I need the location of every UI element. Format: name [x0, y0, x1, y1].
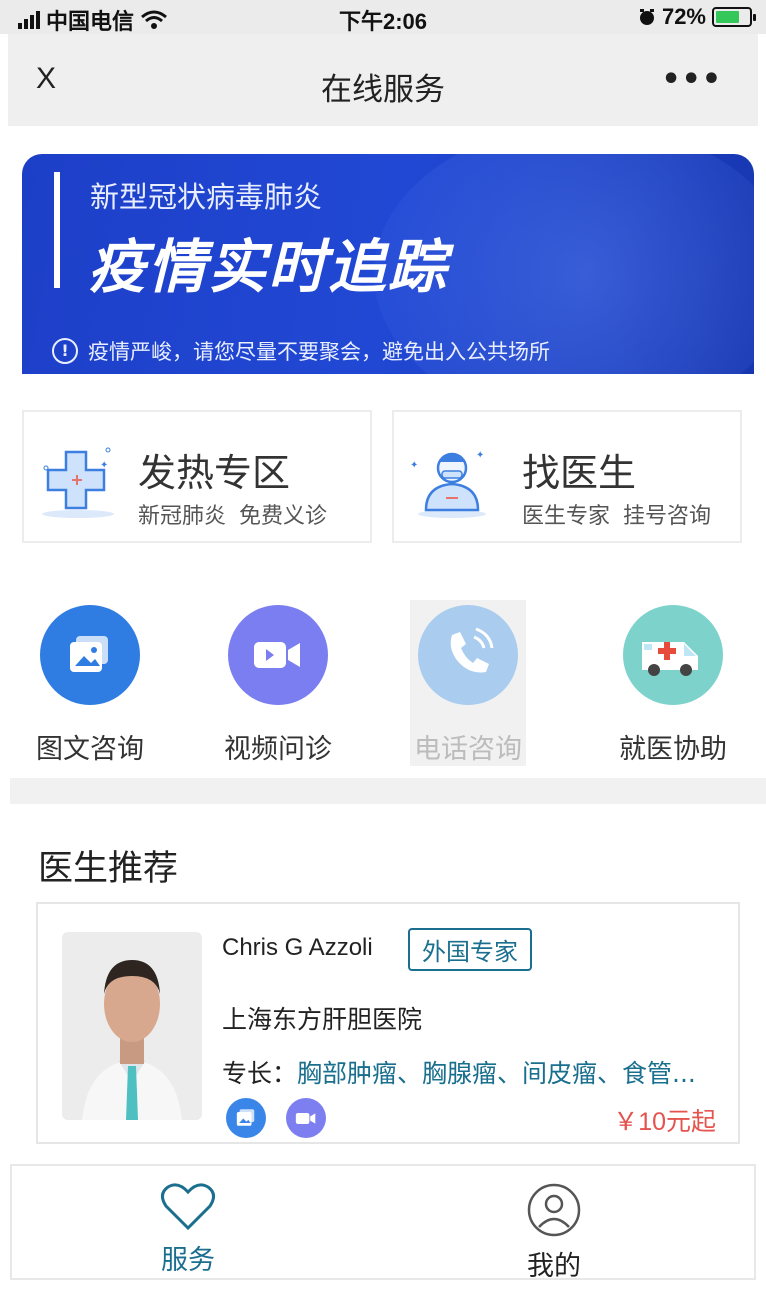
doctor-price: ￥10元起 — [613, 1108, 716, 1136]
banner-accent-bar — [54, 172, 60, 288]
banner-notice: ! 疫情严峻，请您尽量不要聚会，避免出入公共场所 — [52, 336, 550, 366]
user-icon — [527, 1183, 581, 1237]
fever-clinic-card[interactable]: ✦ 发热专区 新冠肺炎 免费义诊 — [22, 410, 372, 543]
specialty-value: 胸部肿瘤、胸腺瘤、间皮瘤、食管... — [297, 1059, 696, 1088]
tab-mine-label: 我的 — [527, 1251, 581, 1282]
battery-icon — [712, 7, 756, 27]
tab-bar: 服务 我的 — [10, 1164, 756, 1283]
banner-title: 疫情实时追踪 — [88, 233, 449, 301]
medical-assist-label: 就医协助 — [619, 734, 727, 765]
heart-icon — [161, 1183, 215, 1231]
tab-service[interactable]: 服务 — [128, 1182, 248, 1277]
phone-icon — [418, 605, 518, 705]
doctor-card[interactable]: Chris G Azzoli 外国专家 上海东方肝胆医院 专长：胸部肿瘤、胸腺瘤… — [36, 902, 740, 1144]
text-consult-icon — [40, 605, 140, 705]
specialty-label: 专长： — [222, 1059, 298, 1088]
doctor-specialty: 专长：胸部肿瘤、胸腺瘤、间皮瘤、食管... — [222, 1054, 722, 1090]
battery-percent: 72% — [661, 4, 706, 29]
doctor-name: Chris G Azzoli — [222, 934, 373, 961]
ambulance-icon — [623, 605, 723, 705]
text-consult-button[interactable]: 图文咨询 — [15, 605, 165, 766]
fever-clinic-desc: 新冠肺炎 免费义诊 — [138, 504, 327, 529]
image-consult-icon — [226, 1098, 266, 1138]
fever-clinic-title: 发热专区 — [138, 451, 291, 495]
video-consult-label: 视频问诊 — [224, 734, 332, 765]
banner-notice-text: 疫情严峻，请您尽量不要聚会，避免出入公共场所 — [88, 340, 550, 364]
more-button[interactable]: ••• — [661, 62, 722, 97]
find-doctor-card[interactable]: ✦ ✦ 找医生 医生专家 挂号咨询 — [392, 410, 742, 543]
tab-service-label: 服务 — [161, 1245, 215, 1276]
banner-subtitle: 新型冠状病毒肺炎 — [90, 180, 323, 214]
nav-bar: X 在线服务 ••• — [8, 34, 758, 126]
tab-mine[interactable]: 我的 — [494, 1182, 614, 1283]
phone-consult-button[interactable]: 电话咨询 — [393, 605, 543, 766]
medical-assist-button[interactable]: 就医协助 — [598, 605, 748, 766]
doctor-hospital: 上海东方肝胆医院 — [222, 1005, 423, 1034]
svg-text:✦: ✦ — [476, 450, 484, 461]
svg-text:✦: ✦ — [410, 460, 418, 471]
foreign-expert-badge: 外国专家 — [408, 928, 532, 971]
svg-text:✦: ✦ — [100, 460, 108, 471]
section-divider — [10, 778, 766, 804]
epidemic-banner[interactable]: 新型冠状病毒肺炎 疫情实时追踪 ! 疫情严峻，请您尽量不要聚会，避免出入公共场所 — [22, 154, 754, 374]
doctor-icon: ✦ ✦ — [410, 450, 486, 518]
text-consult-label: 图文咨询 — [36, 734, 144, 765]
video-camera-icon — [228, 605, 328, 705]
video-consult-button[interactable]: 视频问诊 — [203, 605, 353, 766]
doctor-avatar — [62, 932, 202, 1120]
find-doctor-desc: 医生专家 挂号咨询 — [522, 504, 711, 529]
page-title: 在线服务 — [321, 72, 445, 108]
medical-cross-icon: ✦ — [42, 447, 114, 518]
phone-consult-label: 电话咨询 — [414, 734, 522, 765]
alarm-icon — [639, 9, 654, 25]
recommend-title: 医生推荐 — [38, 849, 179, 889]
status-bar: 中国电信 下午2:06 72% — [0, 0, 766, 34]
alert-icon: ! — [52, 338, 78, 364]
video-consult-small-icon — [286, 1098, 326, 1138]
find-doctor-title: 找医生 — [522, 451, 637, 495]
